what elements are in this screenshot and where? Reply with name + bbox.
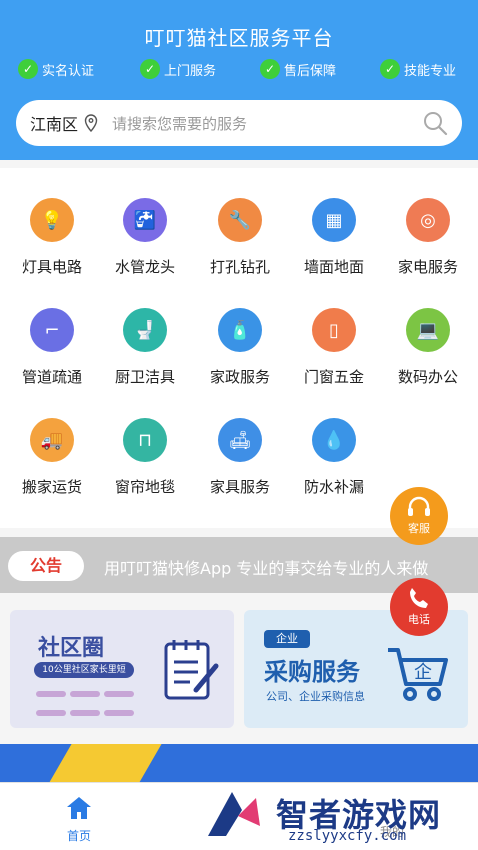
service-label: 厨卫洁具 (114, 368, 175, 386)
phone-label: 电话 (408, 613, 430, 626)
service-item[interactable]: 🔧 打孔钻孔 (200, 198, 280, 288)
service-label: 打孔钻孔 (209, 258, 270, 276)
watermark-url: zzslyyxcfy.com (288, 828, 407, 844)
service-item[interactable]: 🚽 厨卫洁具 (105, 308, 185, 398)
service-label: 门窗五金 (303, 368, 364, 386)
service-item[interactable]: 🧴 家政服务 (200, 308, 280, 398)
feature-label: 技能专业 (404, 63, 457, 79)
service-grid: 💡 灯具电路 🚰 水管龙头 🔧 打孔钻孔 ▦ 墙面地面 ◎ 家电服务 ⌐ 管道疏… (0, 168, 478, 528)
feature-item: ✓ 实名认证 (18, 58, 94, 80)
procurement-tag: 企业 (264, 630, 310, 648)
procurement-subtitle: 公司、企业采购信息 (266, 690, 365, 703)
community-card[interactable]: 社区圈 10公里社区家长里短 (10, 610, 234, 728)
sofa-icon: 🛋 (218, 418, 262, 462)
feature-item: ✓ 技能专业 (380, 58, 456, 80)
app-title: 叮叮猫社区服务平台 (144, 26, 334, 50)
nav-home[interactable]: 首页 (56, 795, 102, 844)
service-label: 家具服务 (209, 478, 270, 496)
shopping-cart-icon: 企 (384, 640, 450, 706)
service-label: 墙面地面 (303, 258, 364, 276)
app-screen: 叮叮猫社区服务平台 ✓ 实名认证 ✓ 上门服务 ✓ 售后保障 ✓ 技能专业 江南… (0, 0, 478, 850)
service-item[interactable]: 💻 数码办公 (388, 308, 468, 398)
svg-text:企: 企 (414, 662, 432, 683)
watermark: 智者游戏网 zzslyyxcfy.com (198, 780, 478, 850)
service-item[interactable]: ⊓ 窗帘地毯 (105, 418, 185, 508)
promo-banner[interactable] (0, 744, 478, 784)
service-label: 数码办公 (397, 368, 458, 386)
service-label: 搬家运货 (21, 478, 82, 496)
washing-machine-icon: ◎ (406, 198, 450, 242)
procurement-title: 采购服务 (264, 658, 360, 686)
home-icon (65, 795, 93, 821)
service-item[interactable]: ▦ 墙面地面 (294, 198, 374, 288)
service-item[interactable]: ▯ 门窗五金 (294, 308, 374, 398)
search-bar[interactable]: 江南区 请搜索您需要的服务 (16, 100, 462, 146)
service-item[interactable]: 💧 防水补漏 (294, 418, 374, 508)
toilet-icon: 🚽 (123, 308, 167, 352)
service-item[interactable]: ◎ 家电服务 (388, 198, 468, 288)
curtain-icon: ⊓ (123, 418, 167, 462)
customer-service-label: 客服 (408, 522, 430, 535)
notice-text: 用叮叮猫快修App 专业的事交给专业的人来做 (104, 559, 429, 578)
faucet-icon: 🚰 (123, 198, 167, 242)
check-icon: ✓ (18, 59, 38, 79)
service-item[interactable]: ⌐ 管道疏通 (12, 308, 92, 398)
search-icon[interactable] (422, 110, 448, 136)
district-selector[interactable]: 江南区 (30, 111, 78, 135)
location-pin-icon[interactable] (84, 114, 98, 132)
door-icon: ▯ (312, 308, 356, 352)
community-chips (34, 684, 144, 716)
check-icon: ✓ (260, 59, 280, 79)
feature-label: 实名认证 (42, 63, 95, 79)
search-input[interactable]: 请搜索您需要的服务 (112, 113, 422, 134)
notepad-icon (162, 636, 220, 702)
service-label: 管道疏通 (21, 368, 82, 386)
check-icon: ✓ (140, 59, 160, 79)
lamp-icon: 💡 (30, 198, 74, 242)
service-label: 灯具电路 (21, 258, 82, 276)
pipe-icon: ⌐ (30, 308, 74, 352)
drill-icon: 🔧 (218, 198, 262, 242)
cleaning-icon: 🧴 (218, 308, 262, 352)
feature-item: ✓ 上门服务 (140, 58, 216, 80)
laptop-icon: 💻 (406, 308, 450, 352)
feature-label: 上门服务 (164, 63, 217, 79)
feature-label: 售后保障 (284, 63, 337, 79)
service-item[interactable]: 💡 灯具电路 (12, 198, 92, 288)
nav-home-label: 首页 (66, 829, 91, 843)
customer-service-button[interactable]: 客服 (390, 487, 448, 545)
service-label: 窗帘地毯 (114, 478, 175, 496)
phone-button[interactable]: 电话 (390, 578, 448, 636)
service-label: 家电服务 (397, 258, 458, 276)
header: 叮叮猫社区服务平台 ✓ 实名认证 ✓ 上门服务 ✓ 售后保障 ✓ 技能专业 江南… (0, 0, 478, 160)
service-item[interactable]: 🛋 家具服务 (200, 418, 280, 508)
phone-icon (406, 586, 432, 610)
headset-icon (406, 495, 432, 519)
community-pill: 10公里社区家长里短 (34, 662, 134, 678)
feature-badges: ✓ 实名认证 ✓ 上门服务 ✓ 售后保障 ✓ 技能专业 (0, 58, 478, 80)
service-label: 防水补漏 (303, 478, 364, 496)
feature-item: ✓ 售后保障 (260, 58, 336, 80)
watermark-logo-icon (198, 786, 268, 846)
brick-wall-icon: ▦ (312, 198, 356, 242)
service-item[interactable]: 🚰 水管龙头 (105, 198, 185, 288)
service-item[interactable]: 🚚 搬家运货 (12, 418, 92, 508)
service-label: 家政服务 (209, 368, 270, 386)
check-icon: ✓ (380, 59, 400, 79)
water-drop-icon: 💧 (312, 418, 356, 462)
community-title: 社区圈 (38, 636, 105, 661)
service-label: 水管龙头 (114, 258, 175, 276)
truck-icon: 🚚 (30, 418, 74, 462)
notice-tag: 公告 (8, 551, 84, 581)
